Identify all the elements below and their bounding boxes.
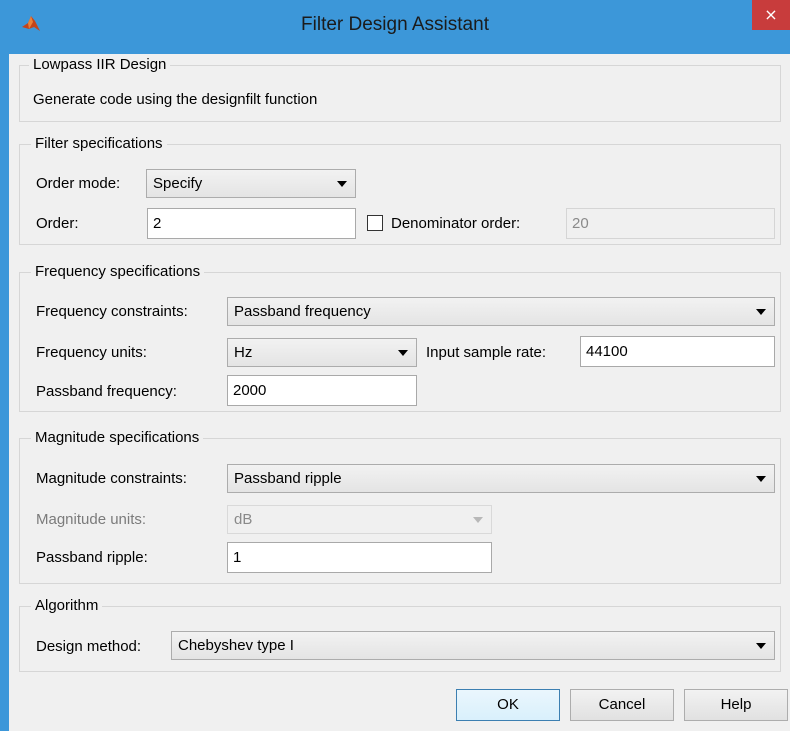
design-method-value: Chebyshev type I [178,637,294,654]
order-value: 2 [153,215,162,232]
passband-ripple-label: Passband ripple: [36,549,148,566]
chevron-down-icon [756,476,766,482]
chevron-down-icon [756,643,766,649]
denominator-order-checkbox[interactable] [367,215,383,231]
frequency-units-select[interactable]: Hz [227,338,417,367]
frequency-constraints-select[interactable]: Passband frequency [227,297,775,326]
dialog-body: Lowpass IIR Design Generate code using t… [9,54,790,731]
title-bar[interactable]: Filter Design Assistant × [0,0,790,54]
magnitude-units-select: dB [227,505,492,534]
cancel-button[interactable]: Cancel [570,689,674,721]
magnitude-constraints-label: Magnitude constraints: [36,470,187,487]
close-button[interactable]: × [752,0,790,30]
chevron-down-icon [473,517,483,523]
order-mode-label: Order mode: [36,175,121,192]
input-sample-rate-input[interactable]: 44100 [580,336,775,367]
frequency-units-label: Frequency units: [36,344,147,361]
design-type-title: Lowpass IIR Design [29,56,171,74]
frequency-specifications-title: Frequency specifications [31,263,205,281]
chevron-down-icon [756,309,766,315]
input-sample-rate-value: 44100 [586,343,628,360]
denominator-order-input: 20 [566,208,775,239]
chevron-down-icon [398,350,408,356]
magnitude-constraints-select[interactable]: Passband ripple [227,464,775,493]
magnitude-units-value: dB [234,511,253,528]
design-method-label: Design method: [36,638,142,655]
denominator-order-value: 20 [572,215,589,232]
passband-frequency-input[interactable]: 2000 [227,375,417,406]
passband-ripple-input[interactable]: 1 [227,542,492,573]
input-sample-rate-label: Input sample rate: [426,344,547,361]
passband-frequency-value: 2000 [233,382,267,399]
help-button[interactable]: Help [684,689,788,721]
dialog-window: Filter Design Assistant × Lowpass IIR De… [0,0,790,731]
design-description: Generate code using the designfilt funct… [33,91,318,108]
passband-frequency-label: Passband frequency: [36,383,177,400]
order-input[interactable]: 2 [147,208,356,239]
design-method-select[interactable]: Chebyshev type I [171,631,775,660]
order-mode-select[interactable]: Specify [146,169,356,198]
chevron-down-icon [337,181,347,187]
frequency-units-value: Hz [234,344,253,361]
denominator-order-label: Denominator order: [391,215,521,232]
magnitude-specifications-title: Magnitude specifications [31,429,204,447]
order-mode-value: Specify [153,175,203,192]
order-label: Order: [36,215,79,232]
filter-specifications-title: Filter specifications [31,135,167,153]
ok-button[interactable]: OK [456,689,560,721]
algorithm-title: Algorithm [31,597,103,615]
magnitude-units-label: Magnitude units: [36,511,147,528]
frequency-constraints-label: Frequency constraints: [36,303,188,320]
window-title: Filter Design Assistant [301,14,489,35]
magnitude-constraints-value: Passband ripple [234,470,342,487]
passband-ripple-value: 1 [233,549,242,566]
frequency-constraints-value: Passband frequency [234,303,371,320]
